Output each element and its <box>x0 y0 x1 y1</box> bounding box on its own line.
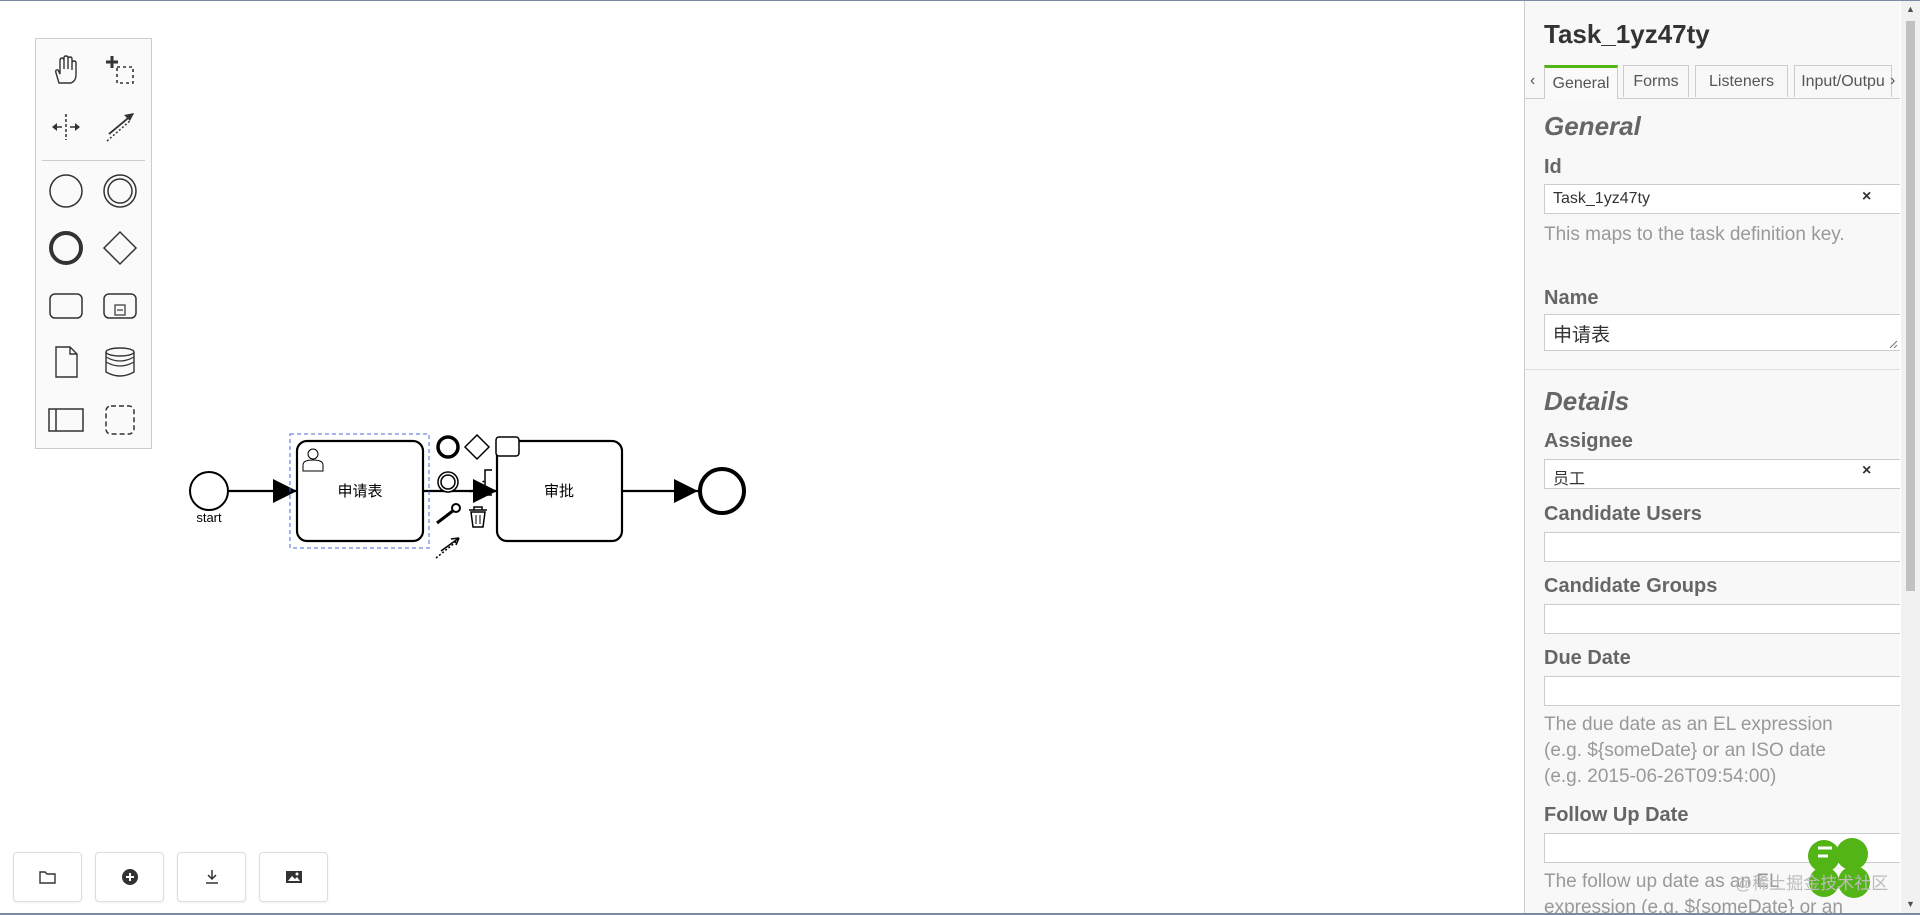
due-date-input[interactable] <box>1544 676 1900 706</box>
create-intermediate-event-icon[interactable] <box>100 171 140 211</box>
tab-listeners[interactable]: Listeners <box>1695 65 1788 97</box>
create-task-icon[interactable] <box>46 286 86 326</box>
open-file-button[interactable] <box>13 852 82 902</box>
create-group-icon[interactable] <box>100 400 140 440</box>
start-event[interactable] <box>189 471 229 511</box>
lasso-tool-icon[interactable] <box>100 50 140 90</box>
image-icon <box>285 871 302 883</box>
plus-circle-icon <box>121 869 138 885</box>
group-divider <box>1525 369 1900 370</box>
name-label: Name <box>1544 287 1599 309</box>
append-task-icon[interactable] <box>495 436 520 457</box>
id-input[interactable]: Task_1yz47ty <box>1544 184 1900 214</box>
tab-bar: ‹ General Forms Listeners Input/Outpu › <box>1525 64 1900 99</box>
task2-label: 审批 <box>544 482 574 500</box>
create-end-event-icon[interactable] <box>46 228 86 268</box>
create-data-object-icon[interactable] <box>46 342 86 382</box>
task1-label: 申请表 <box>337 482 382 500</box>
tab-scroll-right-icon[interactable]: › <box>1890 72 1895 90</box>
tab-general[interactable]: General <box>1544 65 1618 99</box>
candidate-users-input[interactable] <box>1544 532 1900 562</box>
properties-panel: Task_1yz47ty ‹ General Forms Listeners I… <box>1524 1 1900 913</box>
candidate-groups-label: Candidate Groups <box>1544 575 1718 597</box>
create-data-store-icon[interactable] <box>100 342 140 382</box>
space-tool-icon[interactable] <box>46 107 86 147</box>
delete-trash-icon[interactable] <box>469 506 487 528</box>
id-label: Id <box>1544 156 1562 178</box>
connect-arrow-icon[interactable] <box>435 537 460 559</box>
id-clear-icon[interactable]: × <box>1862 188 1871 206</box>
folder-icon <box>38 871 56 884</box>
details-group-title: Details <box>1544 386 1630 416</box>
candidate-groups-input[interactable] <box>1544 604 1900 634</box>
user-task-1[interactable]: 申请表 <box>295 439 425 543</box>
due-date-label: Due Date <box>1544 647 1631 669</box>
candidate-users-label: Candidate Users <box>1544 503 1702 525</box>
start-event-label: start <box>196 510 222 525</box>
scroll-thumb[interactable] <box>1906 21 1915 591</box>
create-gateway-icon[interactable] <box>100 228 140 268</box>
append-intermediate-event-icon[interactable] <box>437 471 459 493</box>
general-group-title: General <box>1544 111 1641 141</box>
append-gateway-icon[interactable] <box>463 433 491 461</box>
tab-scroll-left-icon[interactable]: ‹ <box>1530 72 1535 90</box>
tab-forms[interactable]: Forms <box>1623 65 1689 97</box>
element-title: Task_1yz47ty <box>1544 19 1710 49</box>
assignee-clear-icon[interactable]: × <box>1862 462 1871 480</box>
global-connect-tool-icon[interactable] <box>100 107 140 147</box>
hand-tool-icon[interactable] <box>46 50 86 90</box>
change-type-wrench-icon[interactable] <box>436 503 461 525</box>
download-icon <box>205 870 218 884</box>
download-button[interactable] <box>177 852 246 902</box>
modeler-canvas[interactable]: start 申请表 审批 <box>0 1 1524 913</box>
assignee-input[interactable]: 员工 <box>1544 459 1900 489</box>
create-pool-icon[interactable] <box>46 400 86 440</box>
name-textarea[interactable]: 申请表 <box>1544 314 1900 351</box>
tab-input-output[interactable]: Input/Outpu <box>1794 65 1892 97</box>
assignee-label: Assignee <box>1544 430 1633 452</box>
id-description: This maps to the task definition key. <box>1544 224 1845 245</box>
resize-handle-icon[interactable] <box>1889 340 1898 349</box>
scroll-up-icon[interactable]: ▲ <box>1906 4 1915 14</box>
export-image-button[interactable] <box>259 852 328 902</box>
append-end-event-icon[interactable] <box>436 435 460 459</box>
end-event[interactable] <box>698 467 746 515</box>
create-subprocess-icon[interactable] <box>100 286 140 326</box>
bpmn-diagram[interactable]: start 申请表 审批 <box>0 1 1524 913</box>
scroll-down-icon[interactable]: ▼ <box>1906 899 1915 909</box>
tool-palette <box>35 38 152 449</box>
follow-up-date-label: Follow Up Date <box>1544 804 1689 826</box>
create-new-button[interactable] <box>95 852 164 902</box>
panel-scrollbar[interactable]: ▲ ▼ <box>1901 1 1920 913</box>
watermark-text: @稀土掘金技术社区 <box>1735 874 1889 893</box>
due-date-description: The due date as an EL expression (e.g. $… <box>1544 714 1833 787</box>
create-start-event-icon[interactable] <box>46 171 86 211</box>
palette-separator <box>42 160 145 161</box>
